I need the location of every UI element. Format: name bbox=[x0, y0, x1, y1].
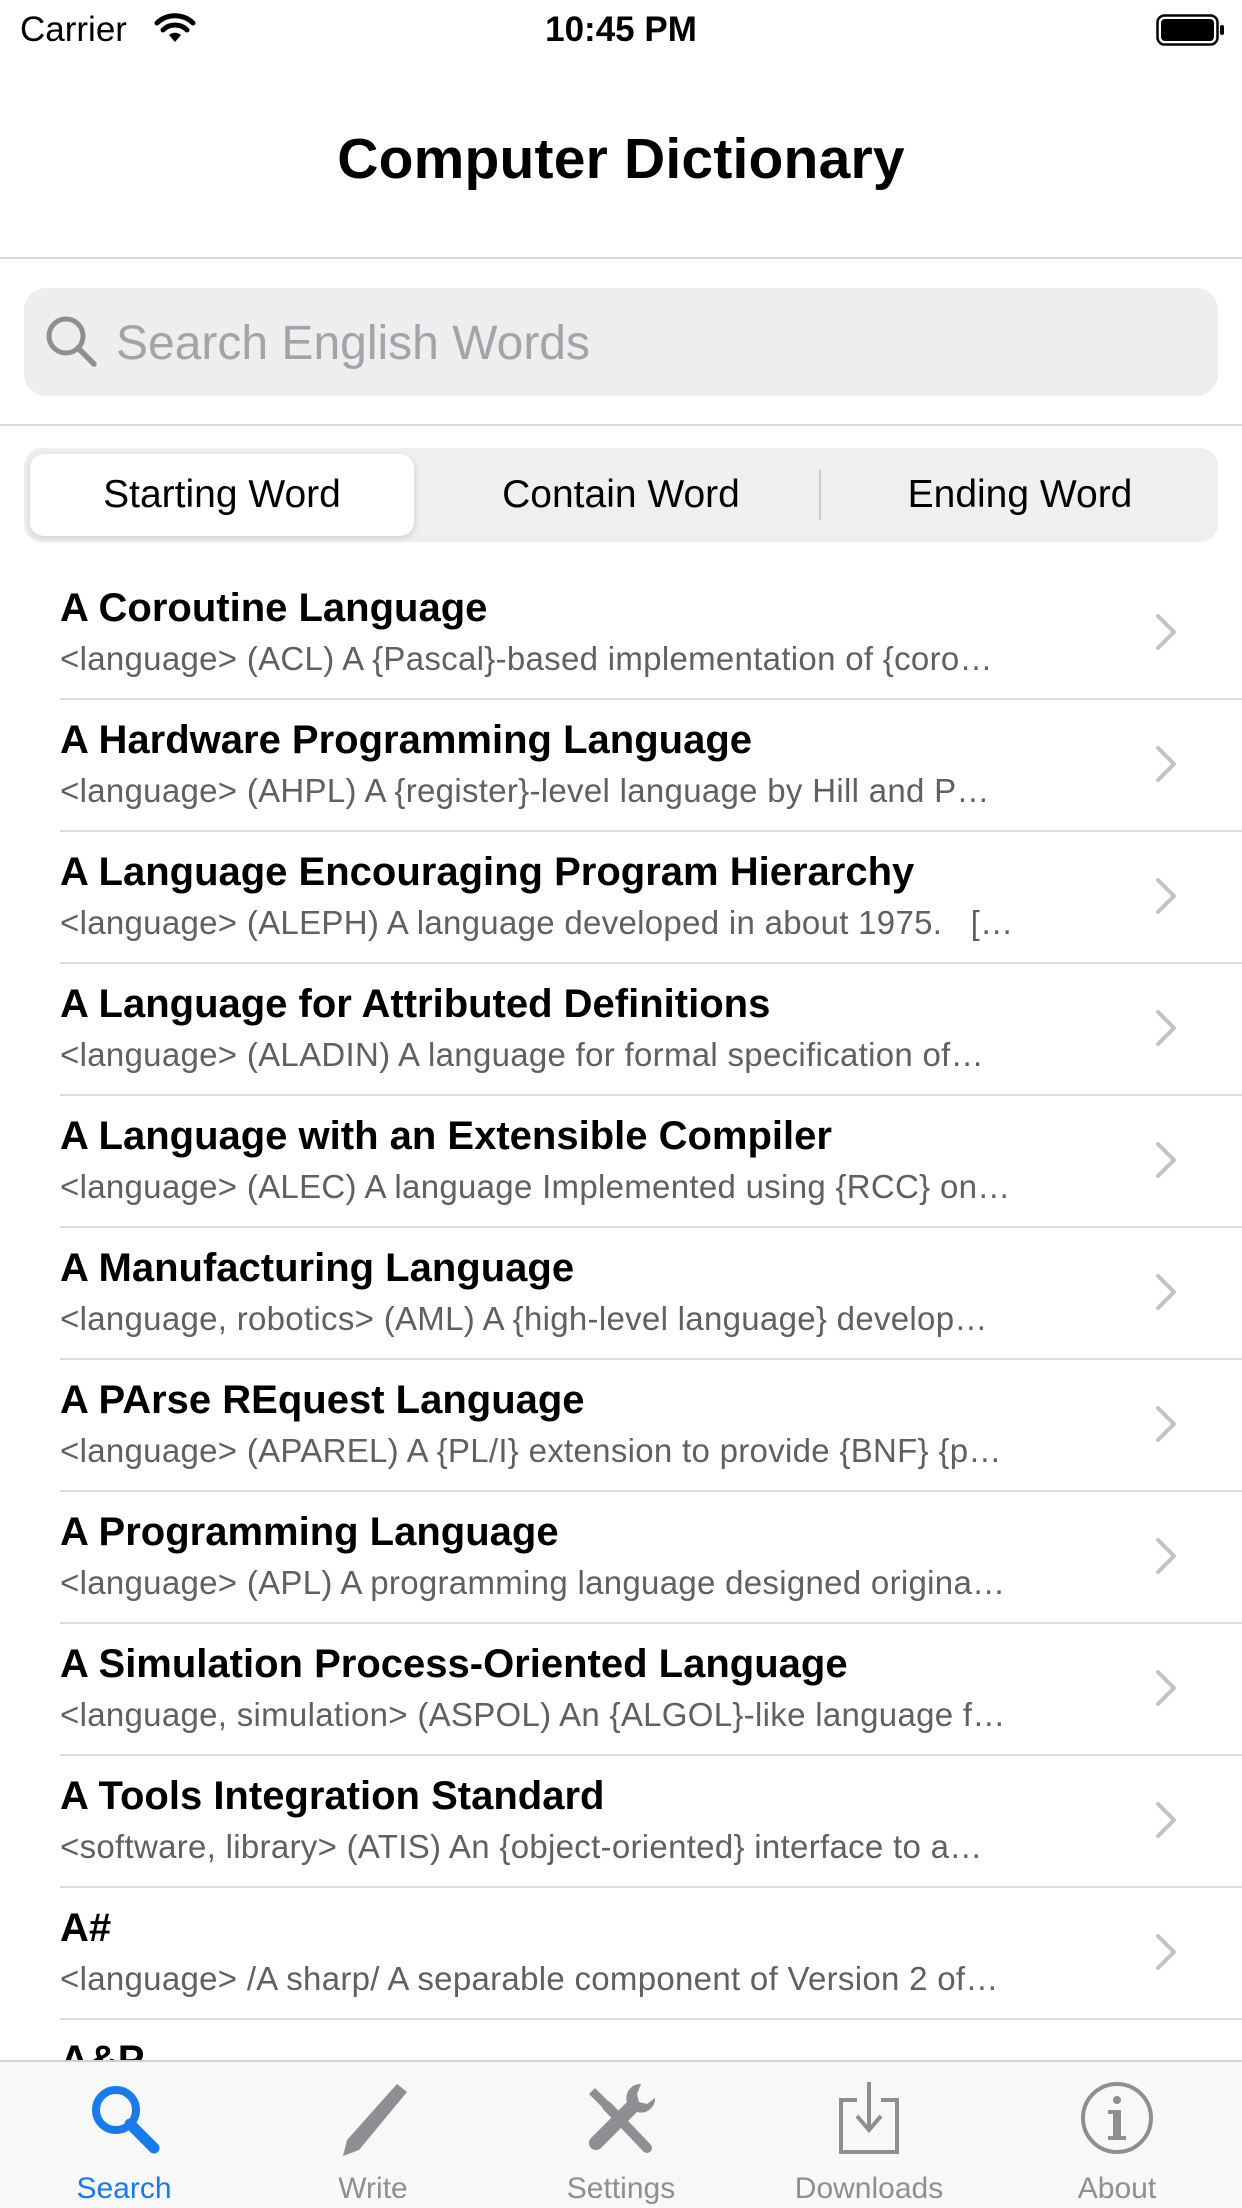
search-bar[interactable] bbox=[24, 288, 1218, 396]
entry-subtitle: <language> (ACL) A {Pascal}-based implem… bbox=[60, 640, 993, 677]
entry-title: A# bbox=[60, 1906, 112, 1950]
battery-icon bbox=[1156, 14, 1224, 46]
tab-bar: Search Write Settings Downloads About bbox=[0, 2060, 1242, 2208]
tab-write[interactable]: Write bbox=[249, 2062, 497, 2208]
tab-search[interactable]: Search bbox=[0, 2062, 248, 2208]
segment-starting-word[interactable]: Starting Word bbox=[30, 454, 414, 536]
chevron-right-icon bbox=[1156, 746, 1176, 782]
entry-subtitle: <language> (ALEC) A language Implemented… bbox=[60, 1168, 1011, 1205]
entry-subtitle: <language> (APAREL) A {PL/I} extension t… bbox=[60, 1432, 1002, 1469]
list-item[interactable]: A Tools Integration Standard <software, … bbox=[0, 1756, 1242, 1888]
tab-label: Search bbox=[76, 2172, 172, 2205]
chevron-right-icon bbox=[1156, 1802, 1176, 1838]
entry-subtitle: <language> (APL) A programming language … bbox=[60, 1564, 1006, 1601]
search-input[interactable] bbox=[114, 306, 1198, 380]
entry-subtitle: <language> (ALEPH) A language developed … bbox=[60, 904, 1014, 941]
search-mode-segmented-control: Starting Word Contain Word Ending Word bbox=[24, 448, 1218, 542]
entry-subtitle: <language> /A sharp/ A separable compone… bbox=[60, 1960, 999, 1997]
info-icon bbox=[1081, 2082, 1153, 2154]
tab-label: About bbox=[1077, 2172, 1157, 2205]
chevron-right-icon bbox=[1156, 1670, 1176, 1706]
nav-divider bbox=[0, 257, 1242, 259]
list-item[interactable]: A Simulation Process-Oriented Language <… bbox=[0, 1624, 1242, 1756]
chevron-right-icon bbox=[1156, 1406, 1176, 1442]
chevron-right-icon bbox=[1156, 878, 1176, 914]
entry-subtitle: <language, robotics> (AML) A {high-level… bbox=[60, 1300, 988, 1337]
tab-label: Settings bbox=[566, 2172, 676, 2205]
list-item[interactable]: A&P bbox=[0, 2020, 1242, 2060]
entry-subtitle: <language> (AHPL) A {register}-level lan… bbox=[60, 772, 990, 809]
list-item[interactable]: A Language with an Extensible Compiler <… bbox=[0, 1096, 1242, 1228]
entry-subtitle: <software, library> (ATIS) An {object-or… bbox=[60, 1828, 983, 1865]
list-item[interactable]: A PArse REquest Language <language> (APA… bbox=[0, 1360, 1242, 1492]
entry-title: A Language with an Extensible Compiler bbox=[60, 1114, 832, 1158]
tab-about[interactable]: About bbox=[993, 2062, 1241, 2208]
segment-divider bbox=[819, 470, 821, 520]
list-item[interactable]: A Hardware Programming Language <languag… bbox=[0, 700, 1242, 832]
list-item[interactable]: A Language Encouraging Program Hierarchy… bbox=[0, 832, 1242, 964]
download-tray-icon bbox=[839, 2082, 899, 2154]
chevron-right-icon bbox=[1156, 1274, 1176, 1310]
list-item[interactable]: A Manufacturing Language <language, robo… bbox=[0, 1228, 1242, 1360]
chevron-right-icon bbox=[1156, 1538, 1176, 1574]
entry-subtitle: <language> (ALADIN) A language for forma… bbox=[60, 1036, 984, 1073]
entry-title: A Manufacturing Language bbox=[60, 1246, 575, 1290]
pencil-icon bbox=[343, 2084, 407, 2156]
status-time: 10:45 PM bbox=[545, 10, 697, 49]
page-title: Computer Dictionary bbox=[337, 127, 905, 191]
status-bar: Carrier 10:45 PM bbox=[0, 0, 1242, 62]
entry-title: A Language Encouraging Program Hierarchy bbox=[60, 850, 915, 894]
tab-label: Downloads bbox=[794, 2172, 944, 2205]
entry-title: A&P bbox=[60, 2038, 145, 2060]
list-item[interactable]: A Language for Attributed Definitions <l… bbox=[0, 964, 1242, 1096]
segment-contain-word[interactable]: Contain Word bbox=[429, 454, 813, 536]
chevron-right-icon bbox=[1156, 1010, 1176, 1046]
search-icon bbox=[46, 316, 97, 367]
entry-title: A Programming Language bbox=[60, 1510, 559, 1554]
chevron-right-icon bbox=[1156, 614, 1176, 650]
word-list[interactable]: A Coroutine Language <language> (ACL) A … bbox=[0, 568, 1242, 2060]
entry-subtitle: <language, simulation> (ASPOL) An {ALGOL… bbox=[60, 1696, 1006, 1733]
entry-title: A Hardware Programming Language bbox=[60, 718, 752, 762]
tab-label: Write bbox=[338, 2172, 408, 2205]
entry-title: A Tools Integration Standard bbox=[60, 1774, 605, 1818]
entry-title: A Coroutine Language bbox=[60, 586, 488, 630]
chevron-right-icon bbox=[1156, 1934, 1176, 1970]
search-icon bbox=[92, 2086, 160, 2154]
tab-downloads[interactable]: Downloads bbox=[745, 2062, 993, 2208]
list-item[interactable]: A# <language> /A sharp/ A separable comp… bbox=[0, 1888, 1242, 2020]
tools-icon bbox=[588, 2083, 656, 2153]
tab-settings[interactable]: Settings bbox=[497, 2062, 745, 2208]
entry-title: A Language for Attributed Definitions bbox=[60, 982, 771, 1026]
segment-ending-word[interactable]: Ending Word bbox=[828, 454, 1212, 536]
chevron-right-icon bbox=[1156, 1142, 1176, 1178]
entry-title: A PArse REquest Language bbox=[60, 1378, 585, 1422]
entry-title: A Simulation Process-Oriented Language bbox=[60, 1642, 848, 1686]
search-divider bbox=[0, 424, 1242, 426]
list-item[interactable]: A Programming Language <language> (APL) … bbox=[0, 1492, 1242, 1624]
list-item[interactable]: A Coroutine Language <language> (ACL) A … bbox=[0, 568, 1242, 700]
